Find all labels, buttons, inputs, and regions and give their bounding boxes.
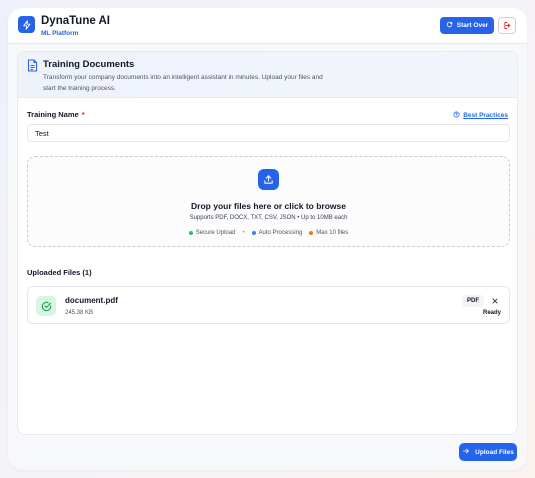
document-icon [27, 59, 38, 77]
uploaded-files-heading: Uploaded Files (1) [27, 268, 92, 277]
orange-dot-icon [309, 231, 314, 235]
feature-label: Auto Processing [258, 230, 303, 236]
refresh-icon [446, 21, 453, 30]
dropzone-features: Secure Upload • Auto Processing Max 10 f… [28, 230, 509, 236]
logout-button[interactable] [498, 17, 516, 34]
check-circle-icon [36, 296, 56, 316]
remove-file-button[interactable] [489, 295, 501, 307]
card-header: Training Documents Transform your compan… [18, 52, 517, 98]
file-size: 245.38 KB [65, 310, 94, 316]
training-documents-card: Training Documents Transform your compan… [17, 51, 518, 435]
training-name-input[interactable] [27, 124, 510, 142]
help-circle-icon [453, 111, 460, 120]
arrow-right-icon [462, 447, 470, 457]
dropzone-title: Drop your files here or click to browse [191, 201, 346, 211]
dropzone-subtitle: Supports PDF, DOCX, TXT, CSV, JSON • Up … [189, 215, 348, 221]
start-over-button[interactable]: Start Over [440, 17, 494, 34]
upload-icon [258, 169, 279, 190]
app-header: DynaTune AI ML Platform Start Over [8, 8, 527, 44]
feature-auto-processing: Auto Processing [251, 230, 303, 236]
upload-files-button[interactable]: Upload Files [459, 443, 517, 461]
feature-secure-upload: Secure Upload [188, 230, 236, 236]
file-name: document.pdf [65, 296, 118, 305]
blue-dot-icon [251, 231, 256, 235]
file-list-item: document.pdf 245.38 KB PDF Ready [27, 286, 510, 324]
training-name-label-text: Training Name [27, 110, 79, 119]
start-over-label: Start Over [456, 22, 489, 29]
app-window: DynaTune AI ML Platform Start Over Train… [8, 8, 527, 470]
green-dot-icon [188, 231, 193, 235]
file-status: Ready [482, 310, 501, 316]
close-icon [491, 292, 499, 310]
training-name-label: Training Name * [27, 110, 85, 119]
best-practices-label: Best Practices [463, 112, 508, 119]
app-title: DynaTune AI [41, 15, 111, 27]
file-type-badge: PDF [462, 295, 484, 307]
logout-icon [503, 17, 512, 35]
feature-label: Max 10 files [316, 230, 349, 236]
feature-separator: • [242, 230, 245, 236]
feature-label: Secure Upload [195, 230, 236, 236]
upload-files-label: Upload Files [475, 448, 514, 456]
bolt-icon [18, 16, 35, 33]
feature-max-files: Max 10 files [309, 230, 348, 236]
best-practices-link[interactable]: Best Practices [453, 111, 508, 120]
card-description: Transform your company documents into an… [43, 74, 323, 92]
card-title: Training Documents [43, 59, 135, 70]
required-marker: * [81, 110, 85, 119]
app-subtitle: ML Platform [41, 30, 79, 37]
file-dropzone[interactable]: Drop your files here or click to browse … [27, 156, 510, 247]
